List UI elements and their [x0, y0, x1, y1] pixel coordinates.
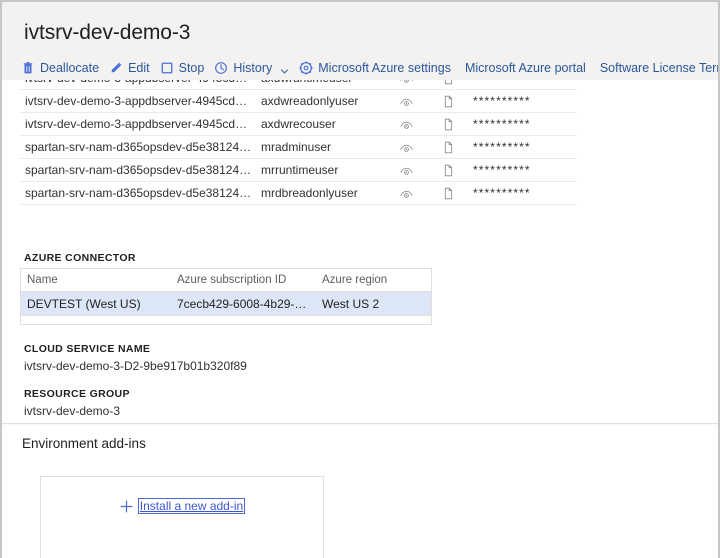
show-password-eye-icon[interactable]: [398, 80, 414, 86]
cell-server: spartan-srv-nam-d365opsdev-d5e38124f9f8\…: [20, 135, 257, 159]
copy-icon[interactable]: [440, 185, 456, 201]
azure-settings-button[interactable]: Microsoft Azure settings: [298, 60, 460, 76]
table-row[interactable]: DEVTEST (West US) 7cecb429-6008-4b29-ae3…: [20, 291, 432, 316]
table-row[interactable]: ivtsrv-dev-demo-3-appdbserver-4945cdd4\i…: [20, 112, 577, 136]
cell-user: mrruntimeuser: [257, 158, 385, 182]
software-license-terms-label: Software License Terms: [599, 61, 720, 75]
page-title: ivtsrv-dev-demo-3: [24, 21, 191, 44]
show-password-eye-icon[interactable]: [398, 139, 414, 155]
cell-password: **********: [469, 181, 577, 205]
install-new-addin-link[interactable]: Install a new add-in: [137, 498, 246, 514]
cell-server: ivtsrv-dev-demo-3-appdbserver-4945cdd4\i…: [20, 80, 257, 90]
table-row-filler: [20, 315, 432, 325]
history-button[interactable]: History: [213, 60, 298, 76]
cloud-service-name-value: ivtsrv-dev-demo-3-D2-9be917b01b320f89: [24, 359, 247, 373]
cell-server: ivtsrv-dev-demo-3-appdbserver-4945cdd4\i…: [20, 89, 257, 113]
table-row[interactable]: spartan-srv-nam-d365opsdev-d5e38124f9f8\…: [20, 135, 577, 159]
environment-addins-panel: Environment add-ins Install a new add-in: [2, 423, 718, 558]
resource-group-value: ivtsrv-dev-demo-3: [24, 404, 121, 418]
azure-connector-grid: Name Azure subscription ID Azure region …: [20, 268, 432, 325]
pencil-icon: [109, 61, 123, 75]
cell-password: **********: [469, 112, 577, 136]
stop-button[interactable]: Stop: [159, 60, 214, 76]
install-addin-row: Install a new add-in: [41, 498, 323, 514]
environment-addins-title: Environment add-ins: [22, 436, 146, 451]
cell-user: axdwruntimeuser: [257, 80, 385, 90]
deallocate-label: Deallocate: [40, 61, 100, 75]
edit-label: Edit: [128, 61, 150, 75]
cell-region: West US 2: [316, 291, 432, 316]
azure-connector-grid-body: DEVTEST (West US) 7cecb429-6008-4b29-ae3…: [20, 291, 432, 325]
deallocate-button[interactable]: Deallocate: [20, 60, 108, 76]
credentials-table: ivtsrv-dev-demo-3-appdbserver-4945cdd4\i…: [20, 80, 577, 205]
column-header-name[interactable]: Name: [20, 268, 171, 292]
cell-user: axdwreadonlyuser: [257, 89, 385, 113]
table-row[interactable]: ivtsrv-dev-demo-3-appdbserver-4945cdd4\i…: [20, 80, 577, 90]
stop-label: Stop: [178, 61, 205, 75]
copy-icon[interactable]: [440, 93, 456, 109]
gear-icon: [299, 61, 314, 75]
stop-square-icon: [160, 61, 174, 75]
show-password-eye-icon[interactable]: [398, 116, 414, 132]
cell-password: **********: [469, 80, 577, 90]
azure-portal-label: Microsoft Azure portal: [464, 61, 586, 75]
cell-subscription-id: 7cecb429-6008-4b29-ae38-8...: [171, 291, 316, 316]
credentials-table-body: ivtsrv-dev-demo-3-appdbserver-4945cdd4\i…: [20, 80, 577, 205]
trash-icon: [21, 61, 35, 75]
azure-settings-label: Microsoft Azure settings: [318, 61, 451, 75]
azure-connector-grid-header: Name Azure subscription ID Azure region: [20, 268, 432, 292]
azure-portal-link[interactable]: Microsoft Azure portal: [460, 60, 595, 76]
cell-user: axdwrecouser: [257, 112, 385, 136]
column-header-subscription-id[interactable]: Azure subscription ID: [171, 268, 316, 292]
copy-icon[interactable]: [440, 116, 456, 132]
column-header-region[interactable]: Azure region: [316, 268, 432, 292]
table-row[interactable]: spartan-srv-nam-d365opsdev-d5e38124f9f8\…: [20, 158, 577, 182]
show-password-eye-icon[interactable]: [398, 185, 414, 201]
cell-password: **********: [469, 89, 577, 113]
cell-password: **********: [469, 135, 577, 159]
cell-connector-name: DEVTEST (West US): [20, 291, 171, 316]
show-password-eye-icon[interactable]: [398, 162, 414, 178]
environment-details-scroll-panel[interactable]: ivtsrv-dev-demo-3-appdbserver-4945cdd4\i…: [2, 80, 718, 423]
cell-password: **********: [469, 158, 577, 182]
resource-group-label: RESOURCE GROUP: [24, 388, 130, 400]
environment-details-window: ivtsrv-dev-demo-3 Deallocate Edit Stop H…: [0, 0, 720, 558]
plus-icon: [120, 500, 133, 513]
chevron-down-icon: [280, 64, 289, 74]
table-row[interactable]: spartan-srv-nam-d365opsdev-d5e38124f9f8\…: [20, 181, 577, 205]
copy-icon[interactable]: [440, 162, 456, 178]
table-row[interactable]: ivtsrv-dev-demo-3-appdbserver-4945cdd4\i…: [20, 89, 577, 113]
command-toolbar: Deallocate Edit Stop History Microsoft A…: [20, 60, 720, 76]
page-header: ivtsrv-dev-demo-3 Deallocate Edit Stop H…: [2, 2, 718, 80]
cloud-service-name-label: CLOUD SERVICE NAME: [24, 343, 151, 355]
cell-user: mradminuser: [257, 135, 385, 159]
show-password-eye-icon[interactable]: [398, 93, 414, 109]
software-license-terms-link[interactable]: Software License Terms: [595, 60, 720, 76]
cell-server: spartan-srv-nam-d365opsdev-d5e38124f9f8\…: [20, 158, 257, 182]
cell-server: spartan-srv-nam-d365opsdev-d5e38124f9f8\…: [20, 181, 257, 205]
copy-icon[interactable]: [440, 139, 456, 155]
cell-server: ivtsrv-dev-demo-3-appdbserver-4945cdd4\i…: [20, 112, 257, 136]
azure-connector-label: AZURE CONNECTOR: [24, 252, 136, 264]
cell-user: mrdbreadonlyuser: [257, 181, 385, 205]
clock-icon: [214, 61, 228, 75]
addin-tile[interactable]: Install a new add-in: [40, 476, 324, 558]
edit-button[interactable]: Edit: [108, 60, 159, 76]
copy-icon[interactable]: [440, 80, 456, 86]
history-label: History: [233, 61, 273, 75]
